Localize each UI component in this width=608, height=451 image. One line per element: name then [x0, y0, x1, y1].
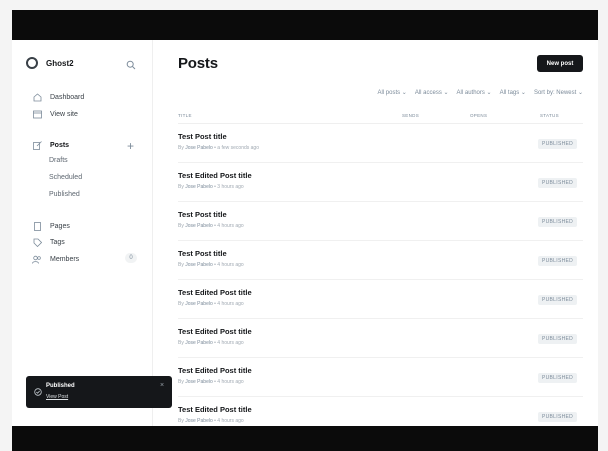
table-row[interactable]: Test Post title By Jose Pabelo • 4 hours… [178, 202, 583, 241]
table-row[interactable]: Test Edited Post title By Jose Pabelo • … [178, 163, 583, 202]
post-meta: By Jose Pabelo • 4 hours ago [178, 418, 244, 424]
post-title: Test Edited Post title [178, 171, 252, 180]
post-meta: By Jose Pabelo • 4 hours ago [178, 340, 244, 346]
post-meta: By Jose Pabelo • 4 hours ago [178, 262, 244, 268]
table-row[interactable]: Test Post title By Jose Pabelo • 4 hours… [178, 241, 583, 280]
column-header-status: STATUS [540, 113, 559, 118]
sidebar-item-dashboard[interactable]: Dashboard [32, 92, 84, 102]
column-header-title: TITLE [178, 113, 192, 118]
post-meta: By Jose Pabelo • 4 hours ago [178, 223, 244, 229]
post-time: • 4 hours ago [214, 262, 244, 268]
table-row[interactable]: Test Edited Post title By Jose Pabelo • … [178, 280, 583, 319]
post-meta: By Jose Pabelo • 3 hours ago [178, 184, 244, 190]
view-post-link[interactable]: View Post [46, 394, 68, 400]
post-author: Jose Pabelo [185, 223, 213, 229]
tag-icon [32, 237, 42, 247]
post-time: • 4 hours ago [214, 418, 244, 424]
top-black-bar [12, 10, 598, 40]
sidebar-item-posts[interactable]: Posts [32, 140, 69, 150]
pencil-icon [32, 140, 42, 150]
status-badge: PUBLISHED [538, 256, 578, 266]
status-badge: PUBLISHED [538, 217, 578, 227]
sidebar-item-label: Dashboard [50, 93, 85, 101]
post-author: Jose Pabelo [185, 340, 213, 346]
browser-icon [32, 109, 42, 119]
post-meta: By Jose Pabelo • a few seconds ago [178, 145, 259, 151]
page-title: Posts [178, 55, 218, 72]
post-author: Jose Pabelo [185, 145, 213, 151]
table-row[interactable]: Test Post title By Jose Pabelo • a few s… [178, 124, 583, 163]
main-content: Posts New post All posts ⌄ All access ⌄ … [152, 40, 598, 426]
sidebar-item-label: Pages [50, 222, 70, 230]
new-post-button[interactable]: New post [537, 55, 583, 72]
sort-dropdown[interactable]: Sort by: Newest ⌄ [534, 89, 583, 96]
post-time: • 4 hours ago [214, 340, 244, 346]
status-badge: PUBLISHED [538, 139, 578, 149]
post-title: Test Edited Post title [178, 366, 252, 375]
post-time: • a few seconds ago [214, 145, 259, 151]
post-title: Test Post title [178, 132, 227, 141]
sidebar-item-label: Posts [50, 141, 70, 149]
sidebar-item-pages[interactable]: Pages [32, 221, 70, 231]
status-badge: PUBLISHED [538, 295, 578, 305]
table-row[interactable]: Test Edited Post title By Jose Pabelo • … [178, 319, 583, 358]
sidebar-item-label: Tags [50, 238, 65, 246]
bottom-black-bar [12, 426, 598, 451]
site-logo-icon [26, 57, 38, 69]
status-badge: PUBLISHED [538, 178, 578, 188]
sidebar-item-label: Members [50, 255, 80, 263]
post-title: Test Edited Post title [178, 405, 252, 414]
toast-title: Published [46, 383, 75, 389]
post-time: • 3 hours ago [214, 184, 244, 190]
search-icon[interactable] [126, 57, 136, 75]
status-badge: PUBLISHED [538, 373, 578, 383]
post-time: • 4 hours ago [214, 301, 244, 307]
post-title: Test Edited Post title [178, 288, 252, 297]
post-author: Jose Pabelo [185, 184, 213, 190]
site-brand[interactable]: Ghost2 [26, 57, 74, 69]
column-header-sends: SENDS [402, 113, 420, 118]
post-meta: By Jose Pabelo • 4 hours ago [178, 301, 244, 307]
post-meta: By Jose Pabelo • 4 hours ago [178, 379, 244, 385]
table-row[interactable]: Test Edited Post title By Jose Pabelo • … [178, 358, 583, 397]
post-time: • 4 hours ago [214, 379, 244, 385]
filter-access-dropdown[interactable]: All access ⌄ [415, 89, 449, 96]
add-post-icon[interactable]: + [127, 140, 134, 152]
home-icon [32, 92, 42, 102]
post-title: Test Post title [178, 210, 227, 219]
site-name: Ghost2 [46, 58, 74, 68]
status-badge: PUBLISHED [538, 412, 578, 422]
sidebar-item-label: View site [50, 110, 78, 118]
filter-posts-dropdown[interactable]: All posts ⌄ [377, 89, 406, 96]
sidebar-item-members[interactable]: Members [32, 254, 79, 264]
check-circle-icon [34, 383, 42, 401]
table-header: TITLE SENDS OPENS STATUS [178, 111, 583, 124]
members-count-badge: 0 [125, 253, 137, 263]
post-title: Test Edited Post title [178, 327, 252, 336]
post-author: Jose Pabelo [185, 262, 213, 268]
sidebar-item-published[interactable]: Published [49, 191, 80, 198]
published-toast: Published View Post × [26, 376, 172, 408]
pages-icon [32, 221, 42, 231]
sidebar: Ghost2 Dashboard View site Posts + Draft… [12, 40, 153, 426]
filter-bar: All posts ⌄ All access ⌄ All authors ⌄ A… [152, 89, 583, 96]
post-title: Test Post title [178, 249, 227, 258]
post-author: Jose Pabelo [185, 301, 213, 307]
filter-tags-dropdown[interactable]: All tags ⌄ [500, 89, 526, 96]
filter-authors-dropdown[interactable]: All authors ⌄ [457, 89, 492, 96]
close-icon[interactable]: × [160, 382, 164, 389]
post-author: Jose Pabelo [185, 418, 213, 424]
status-badge: PUBLISHED [538, 334, 578, 344]
post-time: • 4 hours ago [214, 223, 244, 229]
sidebar-item-drafts[interactable]: Drafts [49, 157, 68, 164]
admin-app: Ghost2 Dashboard View site Posts + Draft… [12, 40, 598, 426]
sidebar-item-scheduled[interactable]: Scheduled [49, 174, 82, 181]
sidebar-item-tags[interactable]: Tags [32, 237, 65, 247]
members-icon [32, 254, 42, 264]
sidebar-item-view-site[interactable]: View site [32, 109, 78, 119]
post-author: Jose Pabelo [185, 379, 213, 385]
column-header-opens: OPENS [470, 113, 488, 118]
table-row[interactable]: Test Edited Post title By Jose Pabelo • … [178, 397, 583, 426]
